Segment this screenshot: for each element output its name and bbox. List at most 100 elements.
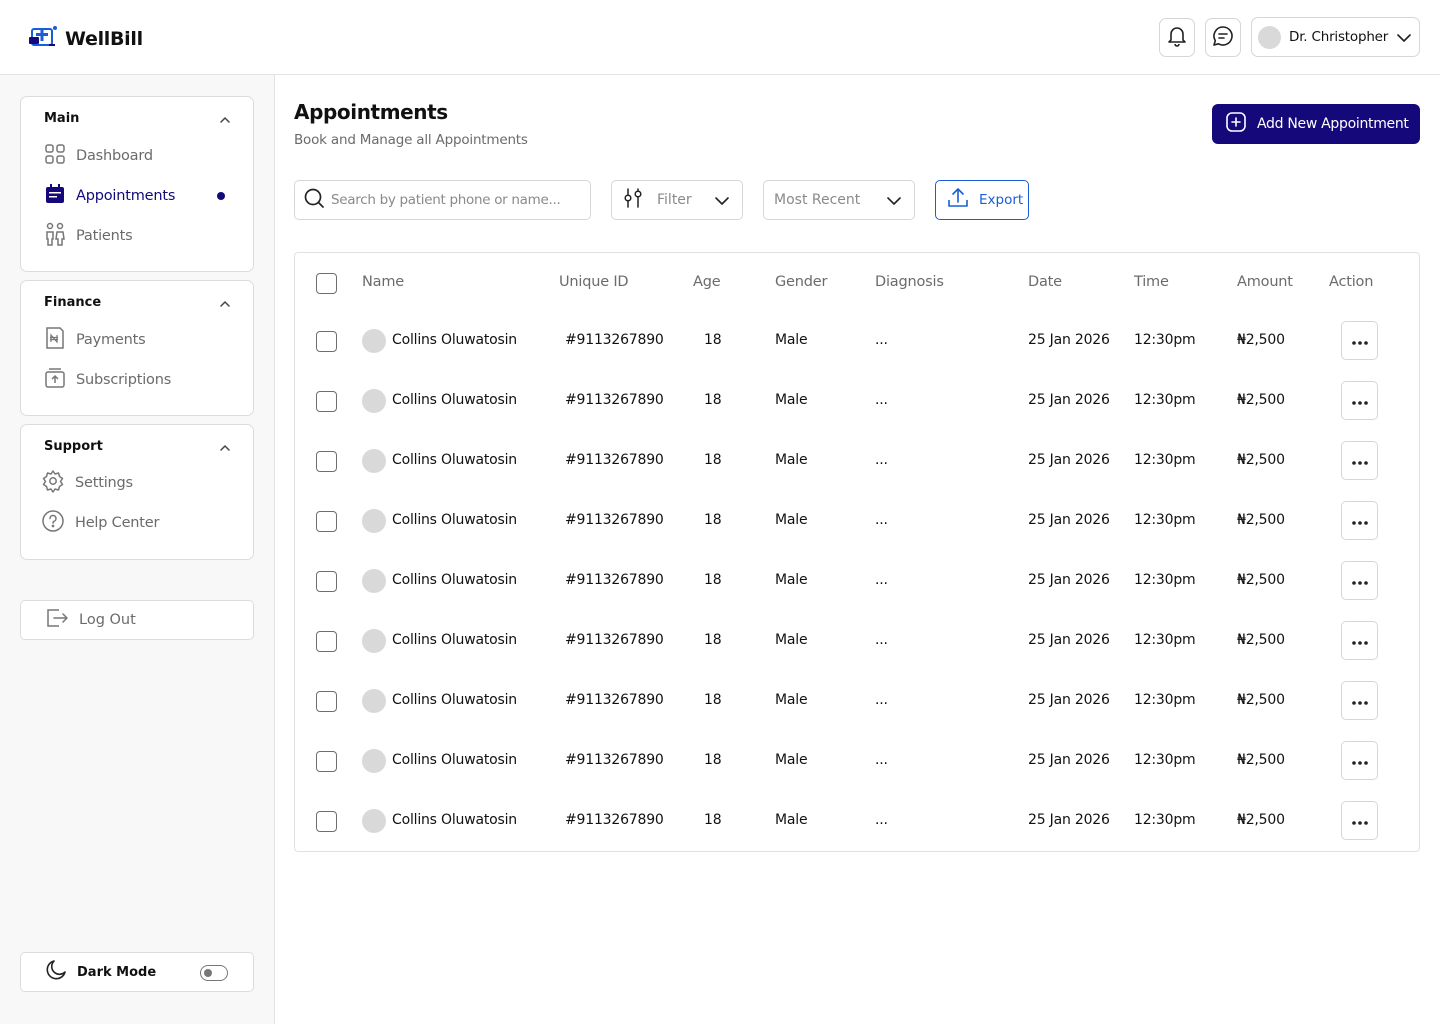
dark-mode-toggle[interactable] <box>200 965 228 981</box>
sidebar-item-help-center[interactable]: Help Center <box>41 510 231 536</box>
more-dots-icon <box>1351 751 1369 770</box>
column-header-name[interactable]: Name <box>362 274 404 290</box>
column-header-action: Action <box>1329 274 1374 290</box>
messages-button[interactable] <box>1205 18 1241 57</box>
column-header-age[interactable]: Age <box>693 274 721 290</box>
sidebar-item-label: Payments <box>76 332 146 348</box>
select-all-checkbox[interactable] <box>316 273 337 294</box>
row-checkbox[interactable] <box>316 751 337 772</box>
section-header-main[interactable]: Main <box>44 109 231 128</box>
column-header-time[interactable]: Time <box>1134 274 1169 290</box>
gear-icon <box>41 469 65 497</box>
row-checkbox[interactable] <box>316 331 337 352</box>
row-checkbox[interactable] <box>316 571 337 592</box>
cell-diagnosis: ... <box>875 392 888 408</box>
avatar <box>362 449 386 473</box>
row-checkbox[interactable] <box>316 391 337 412</box>
cell-amount: ₦2,500 <box>1237 692 1285 708</box>
row-checkbox[interactable] <box>316 811 337 832</box>
column-header-diagnosis[interactable]: Diagnosis <box>875 274 944 290</box>
notifications-button[interactable] <box>1159 18 1195 57</box>
row-action-button[interactable] <box>1341 621 1378 660</box>
cell-name: Collins Oluwatosin <box>392 392 517 408</box>
logout-button[interactable]: Log Out <box>20 600 254 640</box>
section-header-support[interactable]: Support <box>44 437 231 456</box>
cell-name: Collins Oluwatosin <box>392 452 517 468</box>
table-row[interactable]: Collins Oluwatosin #9113267890 18 Male... 25… <box>295 432 1419 492</box>
row-action-button[interactable] <box>1341 441 1378 480</box>
table-row[interactable]: Collins Oluwatosin #9113267890 18 Male... 25… <box>295 792 1419 852</box>
brand-logo[interactable]: WellBill <box>29 24 143 54</box>
sidebar-item-subscriptions[interactable]: Subscriptions <box>44 367 231 393</box>
cell-date: 25 Jan 2026 <box>1028 452 1110 468</box>
dark-mode-label: Dark Mode <box>77 964 157 980</box>
section-header-finance[interactable]: Finance <box>44 293 231 312</box>
column-header-unique-id[interactable]: Unique ID <box>559 274 629 290</box>
chevron-down-icon <box>1396 28 1412 47</box>
table-row[interactable]: Collins Oluwatosin #9113267890 18 Male... 25… <box>295 312 1419 372</box>
cell-unique-id: #9113267890 <box>565 392 664 408</box>
filter-label: Filter <box>657 192 692 208</box>
sidebar-item-patients[interactable]: Patients <box>44 222 231 249</box>
table-row[interactable]: Collins Oluwatosin #9113267890 18 Male... 25… <box>295 612 1419 672</box>
cell-age: 18 <box>704 692 722 708</box>
row-checkbox[interactable] <box>316 691 337 712</box>
row-checkbox[interactable] <box>316 631 337 652</box>
column-header-amount[interactable]: Amount <box>1237 274 1293 290</box>
sort-dropdown[interactable]: Most Recent <box>763 180 915 220</box>
row-action-button[interactable] <box>1341 321 1378 360</box>
section-title: Main <box>44 111 80 126</box>
upload-icon <box>947 187 969 213</box>
table-row[interactable]: Collins Oluwatosin #9113267890 18 Male... 25… <box>295 672 1419 732</box>
cell-amount: ₦2,500 <box>1237 392 1285 408</box>
user-menu[interactable]: Dr. Christopher <box>1251 17 1420 57</box>
dark-mode-row: Dark Mode <box>20 952 254 992</box>
search-input[interactable] <box>331 192 581 208</box>
sidebar-item-dashboard[interactable]: Dashboard <box>44 143 231 169</box>
cell-unique-id: #9113267890 <box>565 572 664 588</box>
cell-date: 25 Jan 2026 <box>1028 632 1110 648</box>
page-subtitle: Book and Manage all Appointments <box>294 132 528 148</box>
row-action-button[interactable] <box>1341 561 1378 600</box>
column-header-gender[interactable]: Gender <box>775 274 827 290</box>
cell-age: 18 <box>704 332 722 348</box>
sidebar-item-appointments[interactable]: Appointments <box>44 183 231 209</box>
cell-diagnosis: ... <box>875 752 888 768</box>
table-row[interactable]: Collins Oluwatosin #9113267890 18 Male... 25… <box>295 372 1419 432</box>
sidebar-item-settings[interactable]: Settings <box>41 470 231 496</box>
sidebar-item-payments[interactable]: Payments <box>44 327 231 353</box>
cell-unique-id: #9113267890 <box>565 812 664 828</box>
avatar <box>362 749 386 773</box>
cell-diagnosis: ... <box>875 452 888 468</box>
row-action-button[interactable] <box>1341 741 1378 780</box>
row-action-button[interactable] <box>1341 381 1378 420</box>
cell-age: 18 <box>704 632 722 648</box>
avatar <box>362 629 386 653</box>
cell-gender: Male <box>775 572 808 588</box>
table-row[interactable]: Collins Oluwatosin #9113267890 18 Male... 25… <box>295 492 1419 552</box>
table-row[interactable]: Collins Oluwatosin #9113267890 18 Male... 25… <box>295 732 1419 792</box>
chat-icon <box>1212 25 1234 51</box>
table-row[interactable]: Collins Oluwatosin #9113267890 18 Male... 25… <box>295 552 1419 612</box>
chevron-up-icon <box>219 437 231 456</box>
row-checkbox[interactable] <box>316 451 337 472</box>
cell-time: 12:30pm <box>1134 332 1196 348</box>
row-action-button[interactable] <box>1341 501 1378 540</box>
filter-dropdown[interactable]: Filter <box>611 180 743 220</box>
help-icon <box>41 509 65 537</box>
export-button[interactable]: Export <box>935 180 1029 220</box>
add-appointment-button[interactable]: Add New Appointment <box>1212 104 1420 144</box>
nav-section-finance: Finance Payments Subscriptions <box>20 280 254 416</box>
cell-date: 25 Jan 2026 <box>1028 752 1110 768</box>
cell-diagnosis: ... <box>875 572 888 588</box>
cell-name: Collins Oluwatosin <box>392 572 517 588</box>
row-action-button[interactable] <box>1341 801 1378 840</box>
cell-unique-id: #9113267890 <box>565 332 664 348</box>
nav-section-support: Support Settings Help Center <box>20 424 254 560</box>
row-action-button[interactable] <box>1341 681 1378 720</box>
cell-name: Collins Oluwatosin <box>392 332 517 348</box>
more-dots-icon <box>1351 511 1369 530</box>
column-header-date[interactable]: Date <box>1028 274 1062 290</box>
row-checkbox[interactable] <box>316 511 337 532</box>
cell-name: Collins Oluwatosin <box>392 512 517 528</box>
